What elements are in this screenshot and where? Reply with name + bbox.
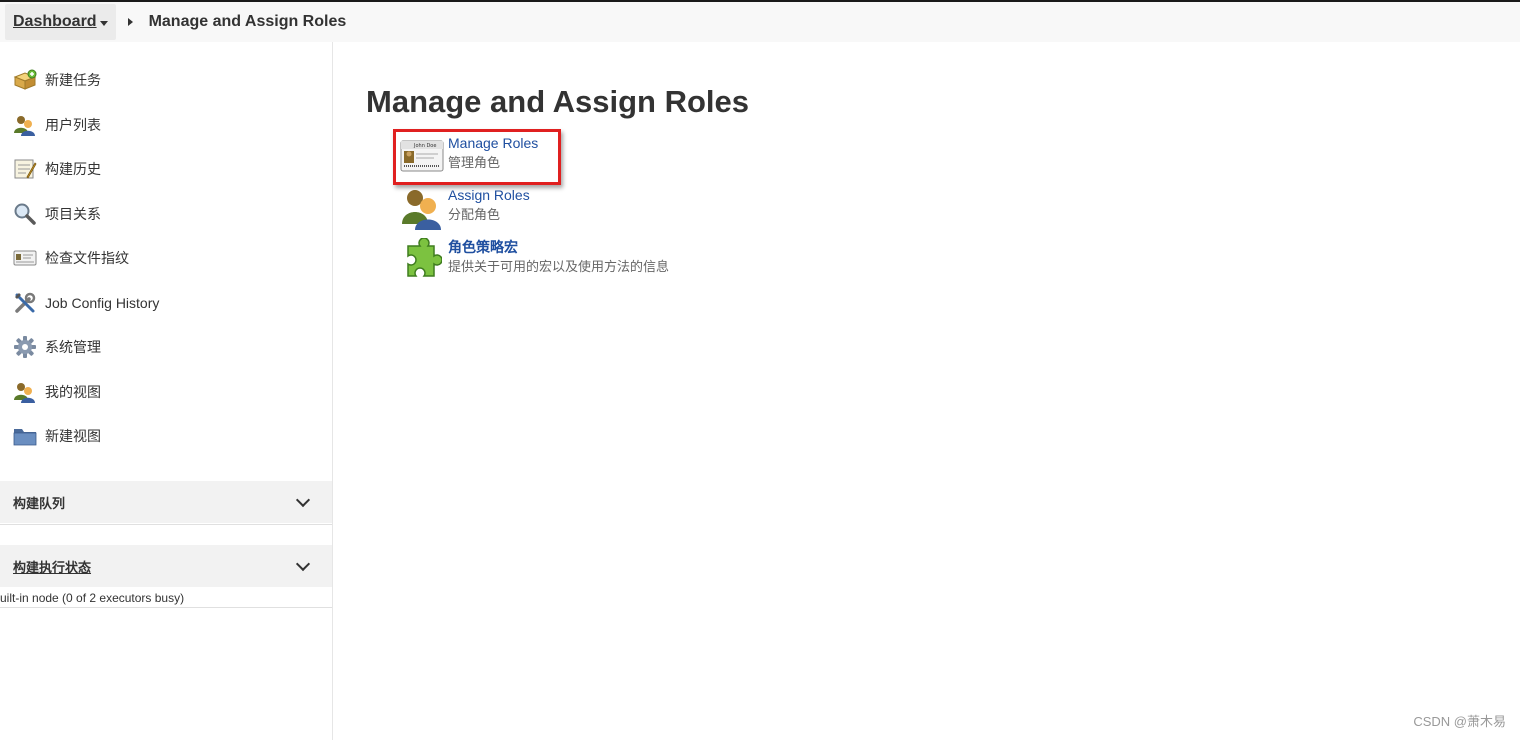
sidebar-item-users[interactable]: 用户列表: [0, 103, 332, 148]
build-queue-title: 构建队列: [13, 495, 66, 511]
gear-icon: [13, 335, 37, 359]
sidebar-item-manage-jenkins[interactable]: 系统管理: [0, 325, 332, 370]
breadcrumb-current: Manage and Assign Roles: [148, 13, 347, 30]
role-strategy-macros-item[interactable]: 角色策略宏 提供关于可用的宏以及使用方法的信息: [398, 236, 669, 284]
sidebar-item-label[interactable]: 项目关系: [45, 204, 101, 224]
new-item-box-icon: [13, 68, 37, 92]
divider: [0, 607, 332, 608]
sidebar-item-label[interactable]: 系统管理: [45, 337, 101, 357]
folder-icon: [13, 424, 37, 448]
sidebar-item-label[interactable]: 新建视图: [45, 426, 101, 446]
breadcrumb-dashboard-link[interactable]: Dashboard: [5, 4, 116, 40]
assign-roles-item[interactable]: Assign Roles 分配角色: [398, 184, 530, 232]
chevron-down-icon[interactable]: [295, 492, 311, 508]
divider: [0, 524, 332, 525]
executor-status-header[interactable]: 构建执行状态: [0, 545, 332, 587]
sidebar-item-my-views[interactable]: 我的视图: [0, 370, 332, 415]
puzzle-piece-icon: [398, 236, 446, 284]
users-icon: [398, 184, 446, 232]
role-strategy-macros-link[interactable]: 角色策略宏: [448, 238, 669, 256]
sidebar-item-job-config-history[interactable]: Job Config History: [0, 281, 332, 326]
page-title: Manage and Assign Roles: [366, 84, 749, 119]
sidebar-item-project-relationship[interactable]: 项目关系: [0, 192, 332, 237]
role-strategy-macros-description: 提供关于可用的宏以及使用方法的信息: [448, 259, 670, 274]
users-icon: [13, 380, 37, 404]
manage-roles-item[interactable]: John Doe Manage Roles 管理角色: [398, 132, 538, 180]
chevron-down-icon[interactable]: [295, 556, 311, 572]
watermark: CSDN @萧木易: [1413, 714, 1506, 729]
magnifier-icon: [13, 202, 37, 226]
breadcrumb-dashboard-label[interactable]: Dashboard: [13, 13, 97, 31]
role-strategy-macros-text[interactable]: 角色策略宏 提供关于可用的宏以及使用方法的信息: [448, 236, 669, 277]
notepad-icon: [13, 157, 37, 181]
sidebar: 新建任务 用户列表 构建历史 项目关系 检查文件指纹 Job Config Hi…: [0, 42, 333, 740]
manage-roles-description: 管理角色: [448, 155, 501, 170]
assign-roles-description: 分配角色: [448, 207, 501, 222]
manage-roles-text[interactable]: Manage Roles 管理角色: [448, 132, 538, 173]
sidebar-item-label[interactable]: 检查文件指纹: [45, 248, 129, 268]
breadcrumb: Dashboard Manage and Assign Roles: [0, 2, 1520, 42]
sidebar-item-label[interactable]: Job Config History: [45, 295, 159, 311]
users-icon: [13, 113, 37, 137]
assign-roles-link[interactable]: Assign Roles: [448, 186, 530, 204]
sidebar-item-new-item[interactable]: 新建任务: [0, 58, 332, 103]
executor-node[interactable]: Built-in node (0 of 2 executors busy): [0, 590, 332, 608]
build-queue-header[interactable]: 构建队列: [0, 481, 332, 523]
main-panel: Manage and Assign Roles John Doe Manage …: [366, 42, 1466, 732]
sidebar-item-label[interactable]: 我的视图: [45, 382, 101, 402]
executor-status-title[interactable]: 构建执行状态: [13, 557, 91, 576]
task-list: 新建任务 用户列表 构建历史 项目关系 检查文件指纹 Job Config Hi…: [0, 42, 332, 459]
fingerprint-card-icon: [13, 246, 37, 270]
breadcrumb-separator-icon: [127, 18, 133, 26]
svg-text:John Doe: John Doe: [413, 143, 436, 149]
id-card-icon: John Doe: [398, 132, 446, 180]
assign-roles-text[interactable]: Assign Roles 分配角色: [448, 184, 530, 225]
sidebar-item-new-view[interactable]: 新建视图: [0, 414, 332, 459]
sidebar-item-label[interactable]: 用户列表: [45, 115, 101, 135]
caret-down-icon[interactable]: [99, 20, 108, 26]
sidebar-item-label[interactable]: 新建任务: [45, 70, 101, 90]
sidebar-item-build-history[interactable]: 构建历史: [0, 147, 332, 192]
tools-icon: [13, 291, 37, 315]
sidebar-item-fingerprint[interactable]: 检查文件指纹: [0, 236, 332, 281]
sidebar-item-label[interactable]: 构建历史: [45, 159, 101, 179]
manage-roles-link[interactable]: Manage Roles: [448, 134, 538, 152]
